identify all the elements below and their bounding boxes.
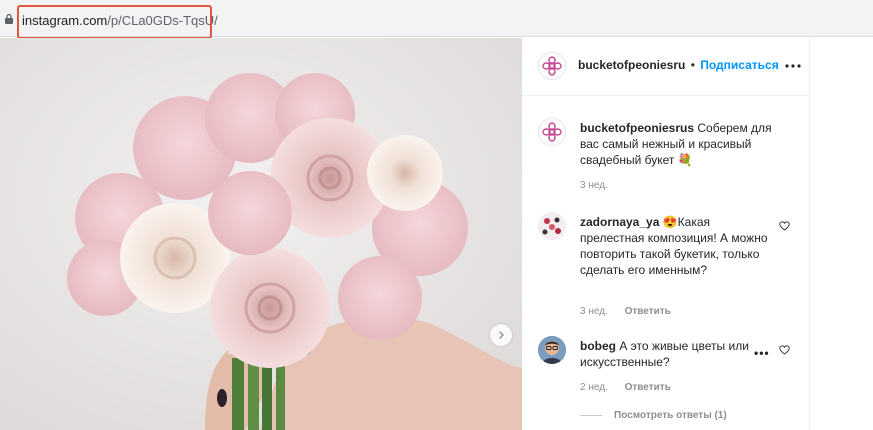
comment-2-reply-button[interactable]: Ответить xyxy=(625,382,671,393)
caption-time[interactable]: 3 нед. xyxy=(580,180,608,191)
peony-bouquet-image xyxy=(0,38,522,430)
caption-avatar[interactable] xyxy=(538,118,566,146)
comment-2-time[interactable]: 2 нед. xyxy=(580,382,608,393)
next-photo-button[interactable] xyxy=(490,324,512,346)
replies-divider-line xyxy=(580,414,602,416)
caption-meta: 3 нед. xyxy=(580,180,608,191)
comment-1-reply-button[interactable]: Ответить xyxy=(625,306,671,317)
peony-logo-icon xyxy=(542,56,562,76)
follow-button[interactable]: Подписаться xyxy=(700,58,778,72)
browser-address-bar[interactable]: instagram.com/p/CLa0GDs-TqsU/ xyxy=(0,0,873,39)
comment-1-text-block: zadornaya_ya 😍Какая прелестная композици… xyxy=(580,214,770,278)
peony-logo-icon xyxy=(542,122,562,142)
comment-1-meta: 3 нед. Ответить xyxy=(580,306,671,317)
lock-icon xyxy=(5,14,13,24)
caption-text-block: bucketofpeoniesrus Соберем для вас самый… xyxy=(580,120,780,168)
caption-username[interactable]: bucketofpeoniesrus xyxy=(580,121,694,135)
more-icon[interactable] xyxy=(785,63,801,69)
chevron-right-icon xyxy=(499,331,504,339)
comment-2-username[interactable]: bobeg xyxy=(580,339,616,353)
avatar-person-icon xyxy=(538,336,566,364)
comment-1-username[interactable]: zadornaya_ya xyxy=(580,215,659,229)
comment-2-more-icon[interactable]: ••• xyxy=(754,346,770,360)
heart-icon[interactable] xyxy=(779,221,790,231)
view-replies-label: Посмотреть ответы (1) xyxy=(614,410,727,421)
author-username[interactable]: bucketofpeoniesru xyxy=(578,58,685,72)
heart-icon[interactable] xyxy=(779,345,790,355)
post-header: bucketofpeoniesru • Подписаться xyxy=(522,38,810,96)
header-user-line: bucketofpeoniesru • Подписаться xyxy=(578,58,779,72)
url-highlight-box xyxy=(17,5,212,39)
commenter-avatar-2[interactable] xyxy=(538,336,566,364)
comment-2-meta: 2 нед. Ответить xyxy=(580,382,671,393)
comment-2-text-block: bobeg А это живые цветы или искусственны… xyxy=(580,338,750,370)
commenter-avatar-1[interactable] xyxy=(538,212,566,240)
post-photo[interactable] xyxy=(0,38,522,430)
author-avatar[interactable] xyxy=(538,52,566,80)
post-side-panel: bucketofpeoniesru • Подписаться bucketof… xyxy=(522,38,810,430)
view-replies-button[interactable]: Посмотреть ответы (1) xyxy=(580,410,727,421)
separator-dot: • xyxy=(690,58,695,72)
comment-1-time[interactable]: 3 нед. xyxy=(580,306,608,317)
avatar-pattern-icon xyxy=(542,217,561,235)
